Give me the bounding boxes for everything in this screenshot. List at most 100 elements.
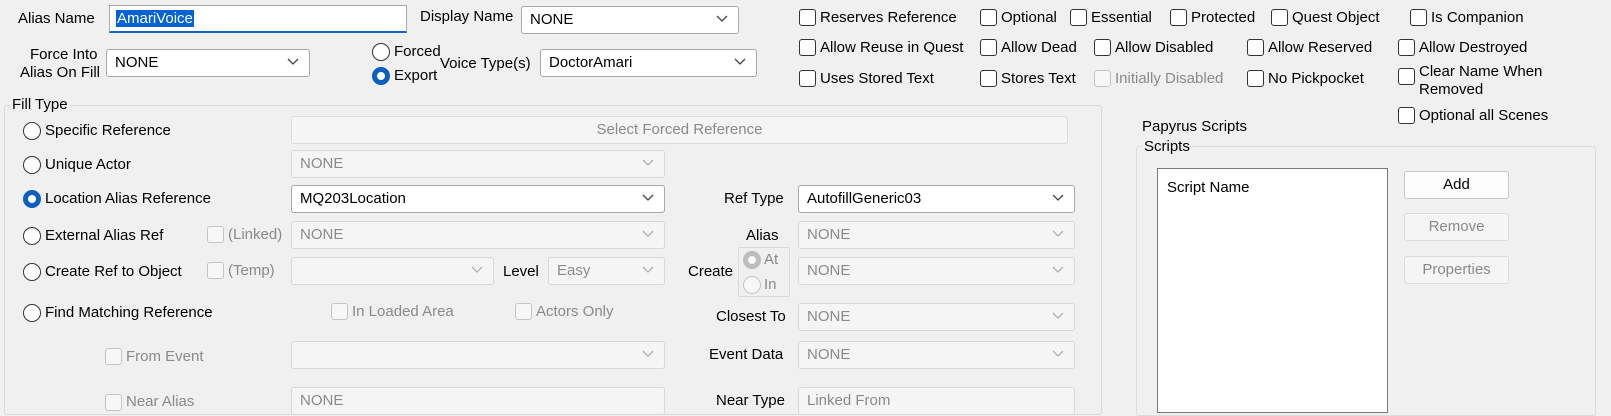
add-script-button[interactable]: Add [1404,171,1509,199]
temp-checkbox[interactable] [207,262,224,279]
force-into-label-2: Alias On Fill [20,64,101,81]
find-matching-reference-radio[interactable] [23,304,41,322]
forced-radio[interactable] [372,43,390,61]
optional-checkbox[interactable] [980,9,997,26]
location-alias-reference-radio[interactable] [23,190,41,208]
closest-to-combo[interactable]: NONE [798,303,1075,331]
scripts-list[interactable]: Script Name [1157,168,1388,413]
unique-actor-label: Unique Actor [45,156,131,173]
remove-script-button[interactable]: Remove [1404,213,1509,241]
force-into-value: NONE [115,54,159,71]
location-value: MQ203Location [300,190,406,207]
fill-type-title: Fill Type [10,96,70,114]
select-forced-reference-button[interactable]: Select Forced Reference [291,116,1068,144]
chevron-down-icon [287,58,299,66]
chevron-down-icon [642,159,654,167]
alias-combo[interactable]: NONE [798,221,1075,249]
allow-reuse-checkbox[interactable] [799,39,816,56]
create-ref-to-object-radio[interactable] [23,263,41,281]
initially-disabled-checkbox[interactable] [1094,70,1111,87]
reserves-reference-checkbox[interactable] [799,9,816,26]
linked-checkbox[interactable] [207,226,224,243]
create-in-label: In [764,276,777,293]
essential-label: Essential [1091,9,1152,26]
display-name-combo[interactable]: NONE [521,6,739,34]
near-alias-combo[interactable]: NONE [291,387,665,415]
from-event-combo[interactable] [291,341,665,369]
ref-type-combo[interactable]: AutofillGeneric03 [798,185,1075,213]
allow-disabled-label: Allow Disabled [1115,39,1214,56]
display-name-label: Display Name [420,8,514,25]
allow-destroyed-label: Allow Destroyed [1419,39,1528,56]
allow-reserved-checkbox[interactable] [1247,39,1264,56]
properties-button[interactable]: Properties [1404,256,1509,284]
reserves-reference-label: Reserves Reference [820,9,957,26]
clear-name-checkbox[interactable] [1398,68,1415,85]
create-object-combo[interactable] [291,257,494,285]
allow-disabled-checkbox[interactable] [1094,39,1111,56]
location-alias-reference-label: Location Alias Reference [45,190,211,207]
voice-types-label: Voice Type(s) [440,55,531,72]
linked-label: (Linked) [228,226,283,243]
allow-dead-checkbox[interactable] [980,39,997,56]
alias-label: Alias [746,227,779,244]
closest-to-label: Closest To [716,308,786,325]
near-alias-value: NONE [300,392,344,409]
level-label: Level [503,263,539,280]
no-pickpocket-checkbox[interactable] [1247,70,1264,87]
location-combo[interactable]: MQ203Location [291,185,665,213]
external-alias-ref-radio[interactable] [23,227,41,245]
is-companion-label: Is Companion [1431,9,1524,26]
initially-disabled-label: Initially Disabled [1115,70,1224,87]
alias-name-input[interactable]: AmariVoice [109,5,407,33]
protected-checkbox[interactable] [1170,9,1187,26]
create-at-radio[interactable] [743,251,761,269]
voice-types-value: DoctorAmari [549,54,633,71]
optional-all-scenes-checkbox[interactable] [1398,107,1415,124]
chevron-down-icon [471,266,483,274]
export-label: Export [394,67,438,84]
uses-stored-text-checkbox[interactable] [799,70,816,87]
specific-reference-radio[interactable] [23,122,41,140]
from-event-checkbox[interactable] [105,348,122,365]
actors-only-checkbox[interactable] [515,303,532,320]
create-in-radio[interactable] [743,276,761,294]
alias-value: NONE [807,226,851,243]
closest-to-value: NONE [807,308,851,325]
chevron-down-icon [642,230,654,238]
alias-name-value: AmariVoice [116,10,194,27]
stores-text-checkbox[interactable] [980,70,997,87]
allow-reserved-label: Allow Reserved [1268,39,1373,56]
script-name-column-header[interactable]: Script Name [1167,179,1250,197]
allow-destroyed-checkbox[interactable] [1398,39,1415,56]
unique-actor-radio[interactable] [23,156,41,174]
create-label: Create [688,263,734,280]
actors-only-label: Actors Only [536,303,614,320]
chevron-down-icon [1052,266,1064,274]
chevron-down-icon [642,194,654,202]
quest-object-checkbox[interactable] [1271,9,1288,26]
export-radio[interactable] [372,67,390,85]
voice-types-combo[interactable]: DoctorAmari [540,49,757,77]
external-alias-combo[interactable]: NONE [291,221,665,249]
is-companion-checkbox[interactable] [1410,9,1427,26]
unique-actor-combo[interactable]: NONE [291,150,665,178]
near-type-combo[interactable]: Linked From [798,387,1075,415]
in-loaded-area-checkbox[interactable] [331,303,348,320]
level-combo[interactable]: Easy [548,257,665,285]
force-into-combo[interactable]: NONE [106,49,310,77]
essential-checkbox[interactable] [1070,9,1087,26]
event-data-value: NONE [807,346,851,363]
papyrus-scripts-title: Papyrus Scripts [1142,118,1248,135]
create-ref-to-object-label: Create Ref to Object [45,263,182,280]
create-combo[interactable]: NONE [798,257,1075,285]
alias-name-label: Alias Name [18,10,95,27]
external-alias-ref-label: External Alias Ref [45,227,164,244]
event-data-combo[interactable]: NONE [798,341,1075,369]
near-alias-label: Near Alias [126,393,195,410]
near-alias-checkbox[interactable] [105,394,122,411]
specific-reference-label: Specific Reference [45,122,171,139]
optional-all-scenes-label: Optional all Scenes [1419,107,1549,124]
clear-name-label-2: Removed [1419,81,1484,98]
in-loaded-area-label: In Loaded Area [352,303,454,320]
